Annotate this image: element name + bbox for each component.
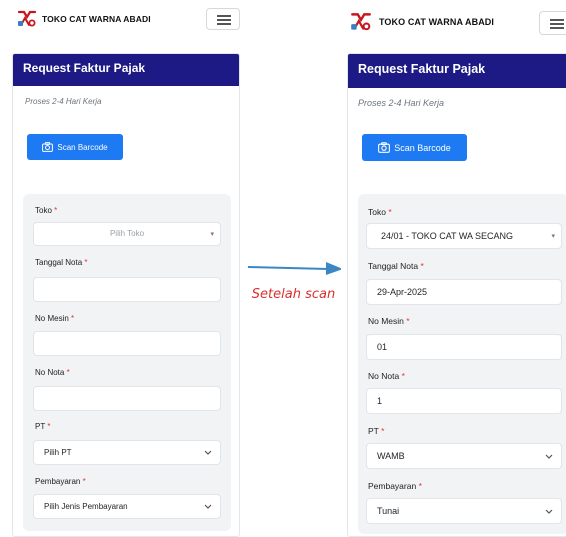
brand-name: TOKO CAT WARNA ABADI (42, 14, 151, 24)
chevron-down-icon (204, 504, 212, 509)
label-pembayaran: Pembayaran * (368, 481, 422, 491)
brand-logo-icon (351, 13, 371, 31)
chevron-down-icon (545, 454, 553, 459)
toko-select[interactable]: 24/01 - TOKO CAT WA SECANG ▾ (366, 223, 562, 249)
pt-select[interactable]: Pilih PT (33, 440, 221, 465)
label-no-mesin: No Mesin * (368, 316, 410, 326)
label-tanggal-nota: Tanggal Nota * (35, 258, 88, 267)
scan-barcode-label: Scan Barcode (57, 142, 108, 152)
card-subtitle: Proses 2-4 Hari Kerja (25, 97, 102, 106)
phone-after-scan: TOKO CAT WARNA ABADI Request Faktur Paja… (341, 0, 566, 537)
chevron-down-icon (204, 450, 212, 455)
label-pt: PT * (368, 426, 385, 436)
hamburger-icon (217, 15, 231, 17)
toko-select[interactable]: Pilih Toko ▾ (33, 222, 221, 246)
chevron-down-icon (545, 509, 553, 514)
request-card: Request Faktur Pajak Proses 2-4 Hari Ker… (347, 53, 566, 537)
caret-down-icon: ▾ (210, 231, 214, 238)
scan-barcode-button[interactable]: Scan Barcode (362, 134, 467, 161)
hamburger-icon (550, 19, 564, 21)
tanggal-nota-input[interactable]: 29-Apr-2025 (366, 279, 562, 305)
label-toko: Toko * (35, 206, 58, 215)
transition-arrow-icon (247, 262, 343, 275)
tanggal-nota-input[interactable] (33, 277, 221, 302)
transition-label: Setelah scan (251, 287, 336, 302)
form-panel: Toko * Pilih Toko ▾ Tanggal Nota * No Me… (23, 194, 231, 531)
pembayaran-select[interactable]: Pilih Jenis Pembayaran (33, 494, 221, 519)
card-subtitle: Proses 2-4 Hari Kerja (358, 98, 445, 108)
camera-icon (42, 142, 54, 152)
label-pembayaran: Pembayaran * (35, 477, 86, 486)
label-no-mesin: No Mesin * (35, 314, 75, 323)
request-card: Request Faktur Pajak Proses 2-4 Hari Ker… (12, 53, 240, 537)
phone-before-scan: TOKO CAT WARNA ABADI Request Faktur Paja… (0, 0, 246, 537)
no-nota-input[interactable]: 1 (366, 388, 562, 414)
menu-toggle-button[interactable] (206, 8, 240, 30)
caret-down-icon: ▾ (551, 233, 555, 240)
scan-barcode-button[interactable]: Scan Barcode (27, 134, 123, 160)
form-panel: Toko * 24/01 - TOKO CAT WA SECANG ▾ Tang… (358, 194, 566, 534)
camera-icon (378, 142, 391, 153)
navbar: TOKO CAT WARNA ABADI (341, 0, 566, 40)
no-mesin-input[interactable] (33, 331, 221, 356)
navbar: TOKO CAT WARNA ABADI (0, 0, 246, 40)
label-toko: Toko * (368, 207, 392, 217)
label-tanggal-nota: Tanggal Nota * (368, 261, 424, 271)
label-no-nota: No Nota * (35, 368, 70, 377)
menu-toggle-button[interactable] (539, 11, 566, 35)
pt-select[interactable]: WAMB (366, 443, 562, 469)
card-title: Request Faktur Pajak (348, 54, 566, 88)
no-nota-input[interactable] (33, 386, 221, 411)
brand-logo-icon (17, 10, 37, 27)
pembayaran-select[interactable]: Tunai (366, 498, 562, 524)
no-mesin-input[interactable]: 01 (366, 334, 562, 360)
scan-barcode-label: Scan Barcode (394, 142, 451, 153)
label-no-nota: No Nota * (368, 371, 405, 381)
label-pt: PT * (35, 422, 51, 431)
card-title: Request Faktur Pajak (13, 54, 239, 86)
brand-name: TOKO CAT WARNA ABADI (379, 17, 494, 27)
